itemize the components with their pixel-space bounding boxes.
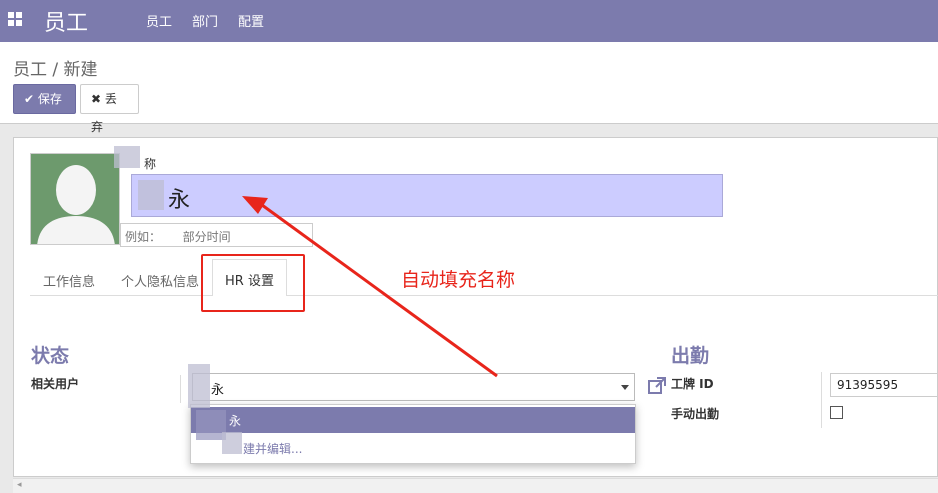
field-separator <box>821 372 822 428</box>
badge-id-value: 91395595 <box>837 378 899 392</box>
discard-button[interactable]: ✖ 丢弃 <box>80 84 139 134</box>
avatar-placeholder-icon <box>31 154 119 244</box>
close-icon: ✖ <box>91 92 102 106</box>
related-user-label: 相关用户 <box>31 377 80 391</box>
save-label: 保存 <box>37 92 62 106</box>
caret-down-icon[interactable] <box>621 385 629 390</box>
tab-private-info[interactable]: 个人隐私信息 <box>121 271 199 290</box>
redaction-blur <box>138 180 164 210</box>
app-title: 员工 <box>44 11 89 36</box>
manual-attendance-label: 手动出勤 <box>671 407 720 421</box>
external-link-icon[interactable] <box>647 376 667 396</box>
name-field-label: 称 <box>144 157 157 171</box>
employee-name-input[interactable]: 永 <box>131 174 723 217</box>
dropdown-option-create-edit[interactable]: 建并编辑... <box>191 435 635 461</box>
redaction-blur <box>188 364 210 408</box>
job-title-input[interactable]: 例如： 部分时间 <box>120 223 313 247</box>
annotation-highlight-box <box>201 254 305 312</box>
check-icon: ✔ <box>24 92 35 106</box>
control-panel: 员工 / 新建 ✔ 保存 ✖ 丢弃 <box>0 42 938 134</box>
menu-departments[interactable]: 部门 <box>192 11 218 30</box>
scroll-left-icon[interactable]: ◂ <box>17 480 22 490</box>
menu-configuration[interactable]: 配置 <box>238 11 264 30</box>
tab-work-info[interactable]: 工作信息 <box>43 271 95 290</box>
breadcrumb-current: 新建 <box>63 60 98 80</box>
status-section-title: 状态 <box>31 345 70 367</box>
breadcrumb-separator: / <box>52 60 59 80</box>
apps-grid-icon[interactable] <box>8 12 22 26</box>
redaction-blur <box>222 432 242 454</box>
breadcrumb: 员工 / 新建 <box>13 55 98 80</box>
badge-id-label: 工牌 ID <box>671 377 714 391</box>
badge-id-input[interactable]: 91395595 <box>830 373 938 397</box>
redaction-blur <box>114 146 140 168</box>
avatar[interactable] <box>30 153 120 245</box>
annotation-text: 自动填充名称 <box>401 269 516 291</box>
related-user-dropdown: 永 建并编辑... <box>190 404 636 464</box>
tabs-divider <box>30 295 938 296</box>
attendance-section-title: 出勤 <box>671 345 710 367</box>
save-button[interactable]: ✔ 保存 <box>13 84 76 114</box>
menu-employees[interactable]: 员工 <box>146 11 172 30</box>
related-user-select[interactable]: 永 <box>192 373 635 401</box>
top-navbar: 员工 员工 部门 配置 <box>0 0 938 42</box>
job-placeholder-prefix: 例如： <box>125 230 162 244</box>
field-separator <box>180 375 181 403</box>
related-user-value: 永 <box>211 383 225 398</box>
breadcrumb-parent[interactable]: 员工 <box>13 60 47 80</box>
dropdown-option-user[interactable]: 永 <box>191 407 635 433</box>
horizontal-scrollbar[interactable]: ◂ <box>13 478 938 493</box>
manual-attendance-checkbox[interactable] <box>830 406 843 419</box>
employee-name-value: 永 <box>168 188 191 213</box>
job-placeholder-suffix: 部分时间 <box>182 230 231 244</box>
